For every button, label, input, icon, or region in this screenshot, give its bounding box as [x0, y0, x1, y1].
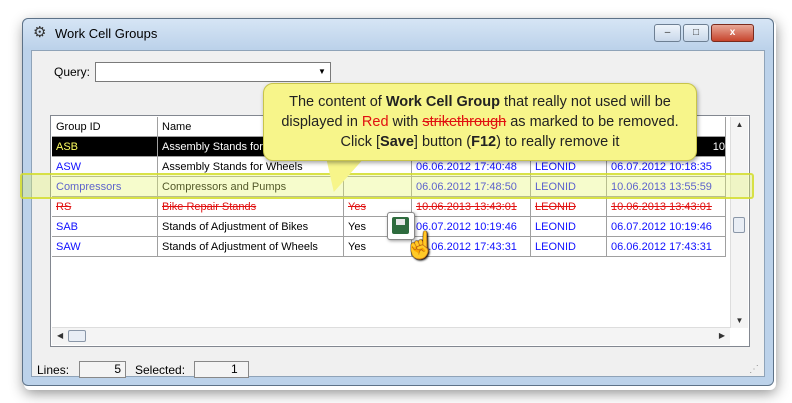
scroll-left-icon[interactable]: ◀: [57, 331, 63, 340]
lines-count: 5: [79, 361, 126, 378]
horizontal-scroll-thumb[interactable]: [68, 330, 86, 342]
minimize-button[interactable]: –: [654, 24, 681, 42]
callout-strikethrough: strikethrough: [422, 114, 507, 130]
column-header-group-id[interactable]: Group ID: [52, 117, 158, 137]
vertical-scrollbar[interactable]: ▲ ▼: [730, 117, 748, 328]
vertical-scroll-thumb[interactable]: [733, 217, 745, 233]
cell-user: LEONID: [530, 196, 607, 217]
selected-count: 1: [194, 361, 249, 378]
query-label: Query:: [54, 65, 91, 79]
cell-created: 10.06.2013 13:43:01: [411, 196, 531, 217]
lines-label: Lines:: [37, 363, 70, 377]
cell-name: Stands of Adjustment of Wheels: [157, 236, 344, 257]
callout-bold-group: Work Cell Group: [385, 94, 500, 110]
hand-pointer-icon: ☝: [404, 230, 437, 260]
deleted-row-highlight: [20, 173, 754, 199]
cell-group-id: SAB: [52, 216, 158, 237]
title-bar[interactable]: ⚙ Work Cell Groups – □ x: [23, 19, 773, 49]
cell-group-id: RS: [52, 196, 158, 217]
chevron-down-icon[interactable]: ▼: [314, 63, 330, 81]
cell-group-id: SAW: [52, 236, 158, 257]
status-bar: Lines: 5 Selected: 1 ⋰: [31, 360, 765, 380]
callout-text-6: ) to really remove it: [496, 134, 620, 150]
cell-modified: 10.06.2013 13:43:01: [606, 196, 726, 217]
app-icon: ⚙: [33, 24, 47, 41]
cell-name: Stands of Adjustment of Bikes: [157, 216, 344, 237]
callout-text-5: ] button (: [413, 134, 472, 150]
resize-grip-icon[interactable]: ⋰: [749, 364, 759, 375]
help-callout: The content of Work Cell Group that real…: [263, 83, 697, 161]
window-title: Work Cell Groups: [55, 26, 158, 41]
callout-red: Red: [361, 114, 389, 130]
horizontal-scrollbar[interactable]: ◀ ▶: [52, 327, 730, 345]
scroll-right-icon[interactable]: ▶: [719, 331, 725, 340]
selected-label: Selected:: [135, 363, 186, 377]
scroll-down-icon[interactable]: ▼: [731, 316, 748, 325]
callout-text-3: with: [388, 114, 423, 130]
scroll-up-icon[interactable]: ▲: [731, 120, 748, 129]
close-button[interactable]: x: [711, 24, 754, 42]
callout-key: F12: [471, 134, 497, 150]
cell-modified: 06.06.2012 17:43:31: [606, 236, 726, 257]
maximize-button[interactable]: □: [683, 24, 709, 42]
cell-user: LEONID: [530, 216, 607, 237]
cell-modified: 06.07.2012 10:19:46: [606, 216, 726, 237]
callout-save: Save: [380, 134, 414, 150]
query-dropdown[interactable]: ▼: [95, 62, 331, 82]
callout-text-1: The content of: [289, 94, 386, 110]
cell-group-id: ASB: [52, 136, 158, 157]
cell-user: LEONID: [530, 236, 607, 257]
work-cell-groups-window: ⚙ Work Cell Groups – □ x Query: ▼ Group …: [22, 18, 774, 386]
cell-name: Bike Repair Stands: [157, 196, 344, 217]
